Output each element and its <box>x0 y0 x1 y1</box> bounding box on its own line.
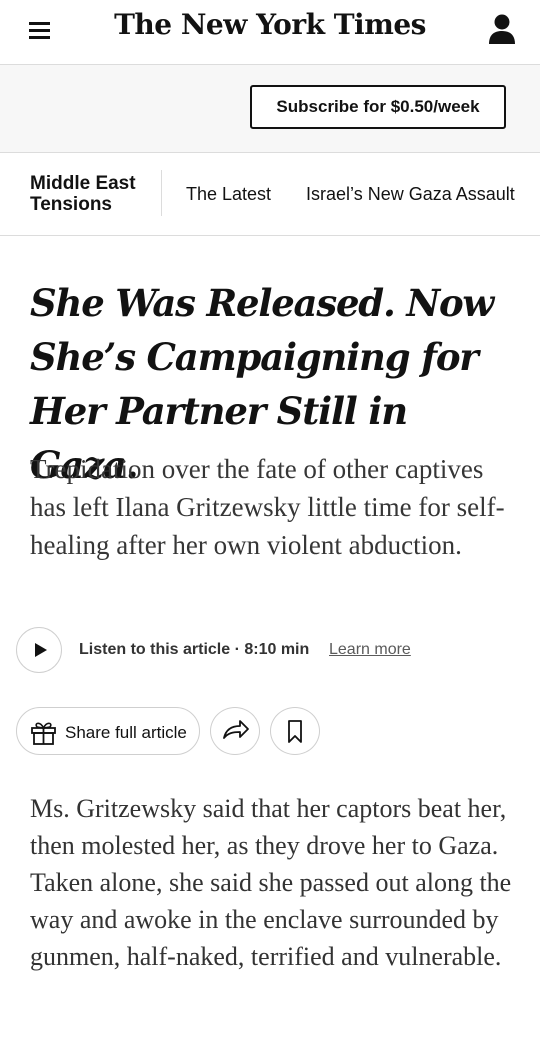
learn-more-link[interactable]: Learn more <box>329 641 411 659</box>
gift-icon <box>31 722 56 745</box>
top-bar: The New York Times <box>0 0 540 65</box>
subscribe-button[interactable]: Subscribe for $0.50/week <box>250 85 506 129</box>
listen-label: Listen to this article · 8:10 min <box>79 641 310 658</box>
user-account-icon[interactable] <box>487 13 517 45</box>
play-icon <box>35 643 47 657</box>
listen-row: Listen to this article · 8:10 min Learn … <box>16 627 526 677</box>
share-full-article-label: Share full article <box>65 723 187 742</box>
share-full-article-button[interactable]: Share full article <box>16 707 200 755</box>
article-summary: Trepidation over the fate of other capti… <box>30 454 505 560</box>
nav-divider <box>161 170 162 216</box>
share-tools: Share full article <box>16 707 526 757</box>
nav-link-gaza-assault[interactable]: Israel’s New Gaza Assault <box>306 184 515 205</box>
nav-link-the-latest[interactable]: The Latest <box>186 184 271 205</box>
masthead-logo[interactable]: The New York Times <box>0 8 540 41</box>
subscribe-banner: Subscribe for $0.50/week <box>0 65 540 153</box>
play-button[interactable] <box>16 627 62 673</box>
share-arrow-icon <box>223 720 249 739</box>
save-button[interactable] <box>270 707 320 755</box>
article-body-paragraph: Ms. Gritzewsky said that her captors bea… <box>30 794 512 971</box>
section-nav: Middle East Tensions The Latest Israel’s… <box>0 153 540 236</box>
section-name[interactable]: Middle East Tensions <box>30 173 152 215</box>
share-button[interactable] <box>210 707 260 755</box>
bookmark-icon <box>288 720 302 743</box>
